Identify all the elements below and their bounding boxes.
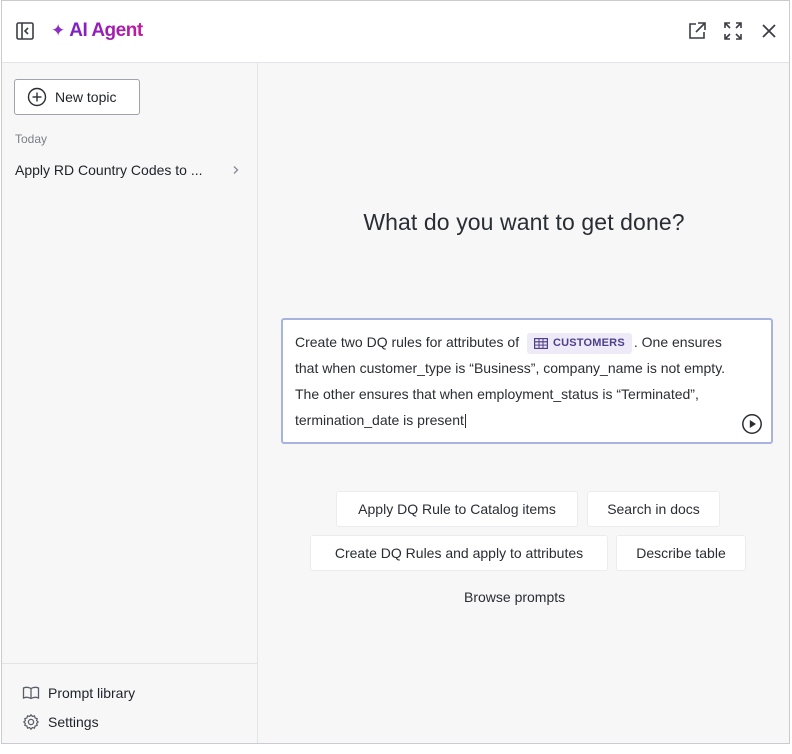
send-button[interactable]	[741, 413, 763, 435]
new-topic-label: New topic	[55, 89, 117, 105]
brand-name: AI Agent	[69, 20, 143, 41]
prompt-library-label: Prompt library	[48, 685, 136, 701]
sidebar: New topic Today Apply RD Country Codes t…	[2, 63, 258, 743]
gear-icon	[22, 713, 40, 731]
new-topic-button[interactable]: New topic	[14, 79, 140, 115]
suggestion-describe-table[interactable]: Describe table	[616, 535, 746, 571]
table-icon	[533, 337, 548, 349]
header: ✦ AI Agent	[2, 1, 789, 63]
sidebar-footer: Prompt library Settings	[2, 663, 257, 731]
expand-icon[interactable]	[722, 20, 744, 42]
settings-label: Settings	[48, 714, 99, 730]
close-icon[interactable]	[758, 20, 780, 42]
settings-link[interactable]: Settings	[22, 713, 99, 731]
sparkle-icon: ✦	[51, 21, 66, 40]
section-label-today: Today	[15, 132, 48, 146]
prompt-text-start: Create two DQ rules for attributes of	[295, 334, 523, 350]
book-icon	[22, 686, 40, 700]
suggestion-search-docs[interactable]: Search in docs	[587, 491, 720, 527]
browse-prompts-link[interactable]: Browse prompts	[464, 589, 565, 605]
ai-agent-window: ✦ AI Agent New topic Today Apply RD Coun…	[1, 0, 790, 744]
main-panel: What do you want to get done? Create two…	[259, 63, 789, 743]
page-title: What do you want to get done?	[363, 209, 685, 235]
suggestion-apply-dq-rule[interactable]: Apply DQ Rule to Catalog items	[336, 491, 578, 527]
play-circle-icon	[742, 414, 762, 434]
plus-circle-icon	[27, 87, 47, 107]
chip-label: CUSTOMERS	[552, 337, 625, 350]
sidebar-topic-item[interactable]: Apply RD Country Codes to ...	[15, 159, 241, 181]
topic-label: Apply RD Country Codes to ...	[15, 162, 203, 178]
background-strip	[0, 744, 792, 754]
table-reference-chip[interactable]: CUSTOMERS	[526, 332, 632, 354]
prompt-input[interactable]: Create two DQ rules for attributes of CU…	[281, 318, 773, 444]
brand-logo: ✦ AI Agent	[51, 19, 143, 43]
suggestion-create-dq-rules[interactable]: Create DQ Rules and apply to attributes	[310, 535, 608, 571]
open-external-icon[interactable]	[686, 20, 708, 42]
chevron-right-icon	[233, 166, 239, 174]
prompt-library-link[interactable]: Prompt library	[22, 685, 135, 701]
text-cursor	[464, 414, 466, 429]
prompt-text: Create two DQ rules for attributes of CU…	[295, 329, 747, 433]
sidebar-collapse-icon[interactable]	[14, 20, 36, 42]
